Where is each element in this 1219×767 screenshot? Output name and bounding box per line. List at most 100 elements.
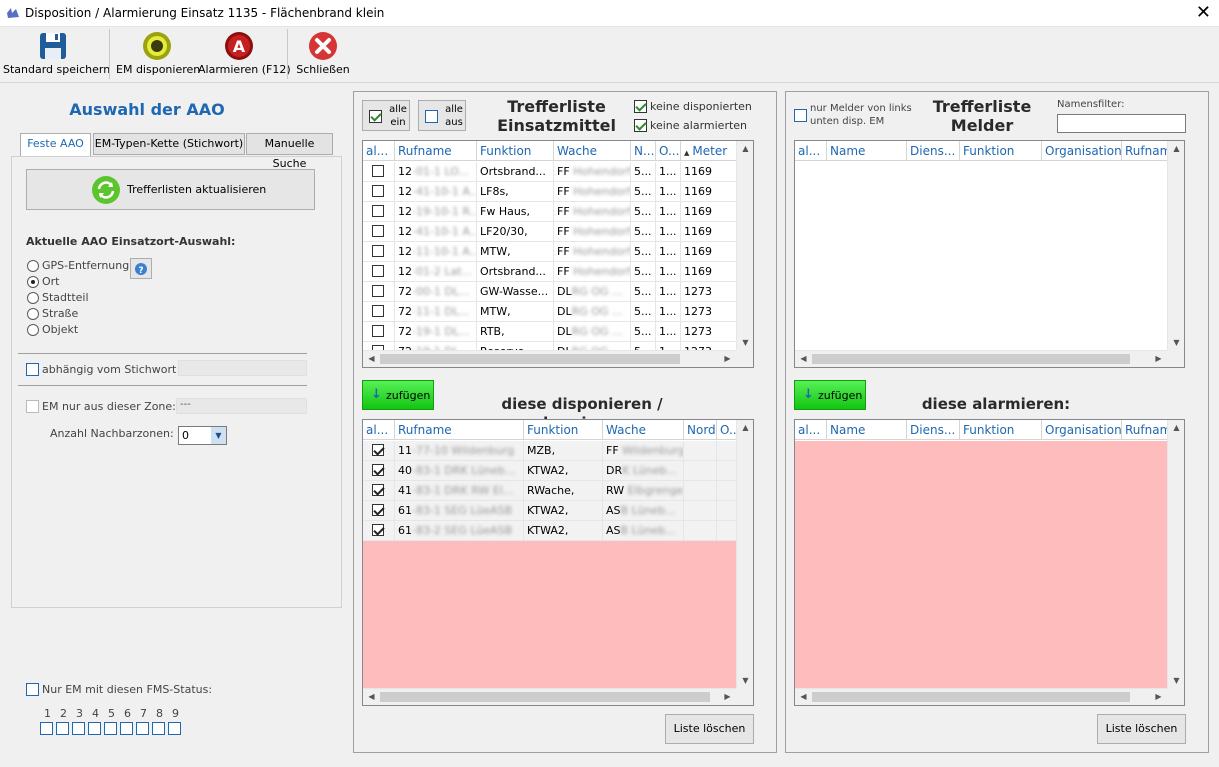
depends-keyword-checkbox[interactable] [26,363,39,376]
no-alarmed-checkbox[interactable] [634,119,647,132]
select-all-off-button[interactable]: alle aus [418,100,466,131]
row-checkbox[interactable] [372,265,384,277]
selected-units-grid[interactable]: al...RufnameFunktionWacheNordO...11-77-1… [362,419,754,706]
units-grid[interactable]: al... Rufname Funktion Wache N... O... ▲ Meter 1… [362,140,754,368]
table-row[interactable]: 12-41-10-1 A... LF20/30, FF Hohendorf 5... 1… [363,222,736,242]
only-reporters-checkbox[interactable] [794,109,807,122]
table-row[interactable]: 12-01-1 LO... Ortsbrand... FF Hohendorf 5..… [363,162,736,182]
zone-only-checkbox[interactable] [26,400,39,413]
scroll-right-icon[interactable]: ▶ [1150,354,1167,363]
add-units-button[interactable]: ↓ zufügen [362,380,434,410]
fms-filter-checkbox[interactable] [26,683,39,696]
scroll-right-icon[interactable]: ▶ [719,354,736,363]
no-disposed-checkbox[interactable] [634,100,647,113]
fms-status-4-checkbox[interactable] [88,722,101,735]
table-row[interactable]: 72-00-1 DL... GW-Wasse... DLRG OG ... 5... 1… [363,282,736,302]
column-header[interactable]: O... [656,141,681,161]
horizontal-scrollbar[interactable]: ◀ ▶ [795,688,1167,705]
column-header[interactable]: al... [795,420,827,440]
fms-status-7-checkbox[interactable] [136,722,149,735]
fms-status-8-checkbox[interactable] [152,722,165,735]
column-header[interactable]: O... [717,420,737,440]
column-header[interactable]: al... [363,141,395,161]
scroll-up-icon[interactable]: ▲ [1168,144,1184,153]
add-reporters-button[interactable]: ↓ zufügen [794,380,866,410]
dispose-em-button[interactable]: EM disponieren [116,27,200,83]
scroll-left-icon[interactable]: ◀ [795,692,812,701]
scroll-left-icon[interactable]: ◀ [795,354,812,363]
column-header[interactable]: Rufnam [1122,141,1172,161]
scroll-thumb[interactable] [380,354,680,364]
column-header[interactable]: Rufname [395,141,477,161]
table-row[interactable]: 72-19-1 DL...Reserve...DLRG OG ...5...1.… [363,342,736,350]
reporters-grid[interactable]: al... Name Diens... Funktion Organisation Ruf… [794,140,1185,368]
radio-ort[interactable] [27,276,39,288]
row-checkbox[interactable] [372,464,384,476]
table-row[interactable]: 12-41-10-1 A... LF8s, FF Hohendorf 5... 1...… [363,182,736,202]
column-header[interactable]: Funktion [477,141,554,161]
table-row[interactable]: 11-77-10 Wildenburg MZB, FF Wildenburg [363,441,736,461]
vertical-scrollbar[interactable]: ▲ ▼ [736,420,753,688]
scroll-up-icon[interactable]: ▲ [1168,423,1184,432]
table-row[interactable]: 41-83-1 DRK RW El...RWache,RW Elbgrenge.… [363,481,736,501]
neighbour-zones-select[interactable]: 0 ▼ [178,426,227,445]
row-checkbox[interactable] [372,285,384,297]
scroll-thumb[interactable] [380,692,710,702]
row-checkbox[interactable] [372,524,384,536]
save-standard-button[interactable]: Standard speichern [3,27,110,83]
fms-status-3-checkbox[interactable] [72,722,85,735]
scroll-thumb[interactable] [812,354,1130,364]
row-checkbox[interactable] [372,205,384,217]
row-checkbox[interactable] [372,165,384,177]
column-header[interactable]: Diens... [907,420,960,440]
tab-feste-aao[interactable]: Feste AAO [20,133,91,157]
alarm-button[interactable]: A Alarmieren (F12) [198,27,291,83]
row-checkbox[interactable] [372,504,384,516]
column-header[interactable]: Organisation [1042,420,1122,440]
clear-list-button[interactable]: Liste löschen [665,714,754,744]
fms-status-9-checkbox[interactable] [168,722,181,735]
scroll-up-icon[interactable]: ▲ [737,144,753,153]
row-checkbox[interactable] [372,444,384,456]
column-header[interactable]: Rufname [395,420,524,440]
scroll-right-icon[interactable]: ▶ [1150,692,1167,701]
fms-status-1-checkbox[interactable] [40,722,53,735]
row-checkbox[interactable] [372,305,384,317]
refresh-lists-button[interactable]: Trefferlisten aktualisieren [26,169,315,210]
horizontal-scrollbar[interactable]: ◀ ▶ [363,688,736,705]
column-header[interactable]: Wache [603,420,684,440]
scroll-right-icon[interactable]: ▶ [719,692,736,701]
scroll-thumb[interactable] [812,692,1130,702]
fms-status-6-checkbox[interactable] [120,722,133,735]
help-button[interactable]: ? [130,258,152,279]
table-row[interactable]: 72-11-1 DL... MTW, DLRG OG ... 5... 1... 1273 [363,302,736,322]
table-row[interactable]: 12-11-10-1 A... MTW, FF Hohendorf 5... 1... 1… [363,242,736,262]
radio-objekt[interactable] [27,324,39,336]
close-window-icon[interactable]: ✕ [1196,4,1211,22]
column-header[interactable]: Organisation [1042,141,1122,161]
vertical-scrollbar[interactable]: ▲ ▼ [1167,141,1184,350]
column-header[interactable]: ▲ Meter [681,141,738,161]
column-header[interactable]: Rufnam [1122,420,1172,440]
scroll-down-icon[interactable]: ▼ [737,676,753,685]
row-checkbox[interactable] [372,484,384,496]
fms-status-5-checkbox[interactable] [104,722,117,735]
scroll-left-icon[interactable]: ◀ [363,692,380,701]
column-header[interactable]: Funktion [960,420,1042,440]
fms-status-2-checkbox[interactable] [56,722,69,735]
row-checkbox[interactable] [372,245,384,257]
column-header[interactable]: Wache [554,141,631,161]
table-row[interactable]: 12-19-10-1 R... Fw Haus, FF Hohendorf 5... 1… [363,202,736,222]
column-header[interactable]: Name [827,141,907,161]
column-header[interactable]: Funktion [960,141,1042,161]
column-header[interactable]: Name [827,420,907,440]
tab-em-typen-kette[interactable]: EM-Typen-Kette (Stichwort) [93,133,245,155]
horizontal-scrollbar[interactable]: ◀ ▶ [363,350,736,367]
scroll-down-icon[interactable]: ▼ [737,338,753,347]
tab-manuelle-suche[interactable]: Manuelle Suche [246,133,333,170]
row-checkbox[interactable] [372,325,384,337]
row-checkbox[interactable] [372,225,384,237]
column-header[interactable]: al... [795,141,827,161]
table-row[interactable]: 72-19-1 DL... RTB, DLRG OG ... 5... 1... 1273 [363,322,736,342]
column-header[interactable]: al... [363,420,395,440]
